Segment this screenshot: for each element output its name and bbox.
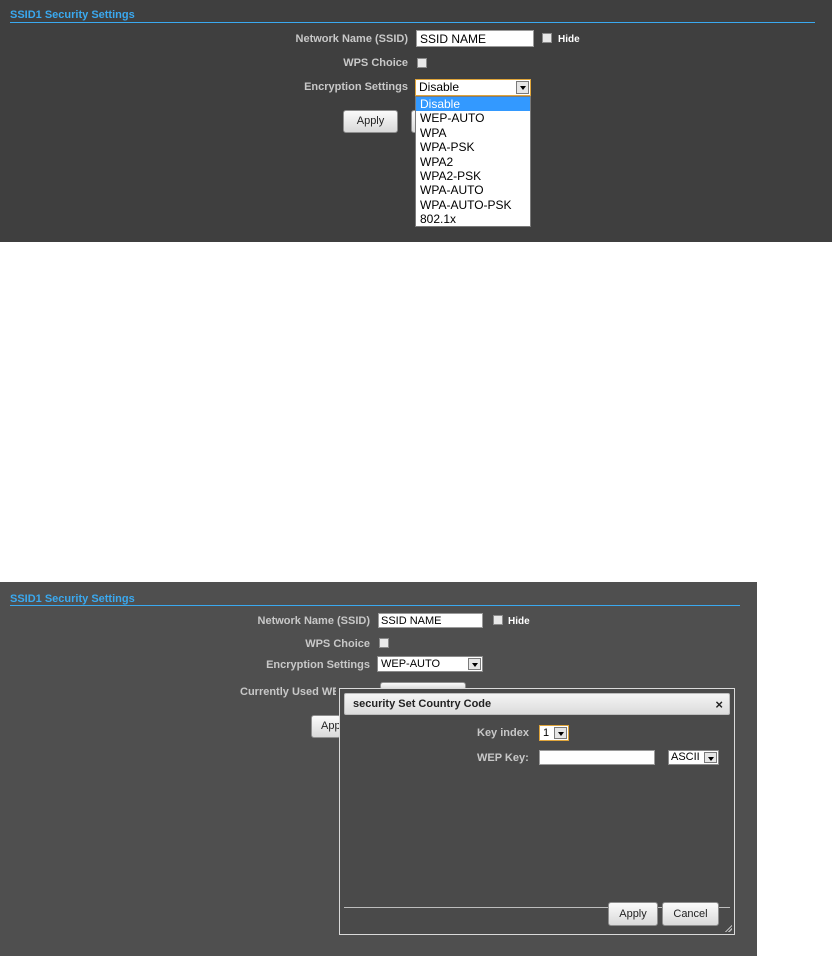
key-format-value: ASCII [671,751,700,763]
hide-checkbox[interactable] [493,615,503,625]
section-title: SSID1 Security Settings [10,9,135,21]
key-index-label: Key index [477,727,529,739]
hide-checkbox[interactable] [542,33,552,43]
currently-used-wep-label: Currently Used WE [240,686,336,698]
network-name-label: Network Name (SSID) [295,33,408,45]
dialog-body: Key index 1 WEP Key: ASCII [344,715,730,908]
section-divider [10,22,815,23]
section-title: SSID1 Security Settings [10,593,135,605]
chevron-down-icon [468,658,481,670]
encryption-dropdown-list[interactable]: Disable WEP-AUTO WPA WPA-PSK WPA2 WPA2-P… [415,96,531,227]
settings-panel-top: SSID1 Security Settings Network Name (SS… [0,0,832,242]
dialog-cancel-button[interactable]: Cancel [662,902,719,926]
dropdown-option-802-1x[interactable]: 802.1x [416,212,530,226]
encryption-select-value: Disable [419,80,460,94]
hide-label: Hide [508,616,530,627]
wps-choice-checkbox[interactable] [417,58,427,68]
wps-choice-checkbox[interactable] [379,638,389,648]
resize-grip-icon[interactable] [724,924,732,932]
dropdown-option-wpa2[interactable]: WPA2 [416,155,530,169]
encryption-select[interactable]: Disable [415,79,531,96]
encryption-settings-label: Encryption Settings [266,659,370,671]
dropdown-option-disable[interactable]: Disable [416,97,530,112]
dropdown-option-wpa-auto[interactable]: WPA-AUTO [416,183,530,197]
key-index-select[interactable]: 1 [539,725,569,741]
dialog-apply-button[interactable]: Apply [608,902,658,926]
chevron-down-icon [704,752,717,763]
wep-key-input[interactable] [539,750,655,765]
encryption-select[interactable]: WEP-AUTO [377,656,483,672]
section-divider [10,605,740,606]
dialog-titlebar[interactable]: security Set Country Code × [344,693,730,715]
encryption-settings-label: Encryption Settings [304,81,408,93]
dropdown-option-wpa-auto-psk[interactable]: WPA-AUTO-PSK [416,198,530,212]
dropdown-option-wpa[interactable]: WPA [416,126,530,140]
dropdown-option-wep-auto[interactable]: WEP-AUTO [416,111,530,125]
network-name-input[interactable]: SSID NAME [378,613,483,628]
wps-choice-label: WPS Choice [305,638,370,650]
apply-button[interactable]: Apply [343,110,398,133]
dialog-title: security Set Country Code [353,698,492,710]
wep-key-dialog: security Set Country Code × Key index 1 … [339,688,735,935]
encryption-select-value: WEP-AUTO [381,658,441,670]
network-name-label: Network Name (SSID) [257,615,370,627]
key-format-select[interactable]: ASCII [668,750,719,765]
dropdown-option-wpa2-psk[interactable]: WPA2-PSK [416,169,530,183]
network-name-input[interactable]: SSID NAME [416,30,534,47]
hide-label: Hide [558,34,580,45]
dropdown-option-wpa-psk[interactable]: WPA-PSK [416,140,530,154]
close-icon[interactable]: × [715,697,723,712]
wps-choice-label: WPS Choice [343,57,408,69]
key-index-value: 1 [543,727,550,739]
chevron-down-icon [554,727,567,739]
apply-button[interactable]: Apply [311,715,341,738]
chevron-down-icon [516,81,529,94]
wep-key-label: WEP Key: [477,752,529,764]
